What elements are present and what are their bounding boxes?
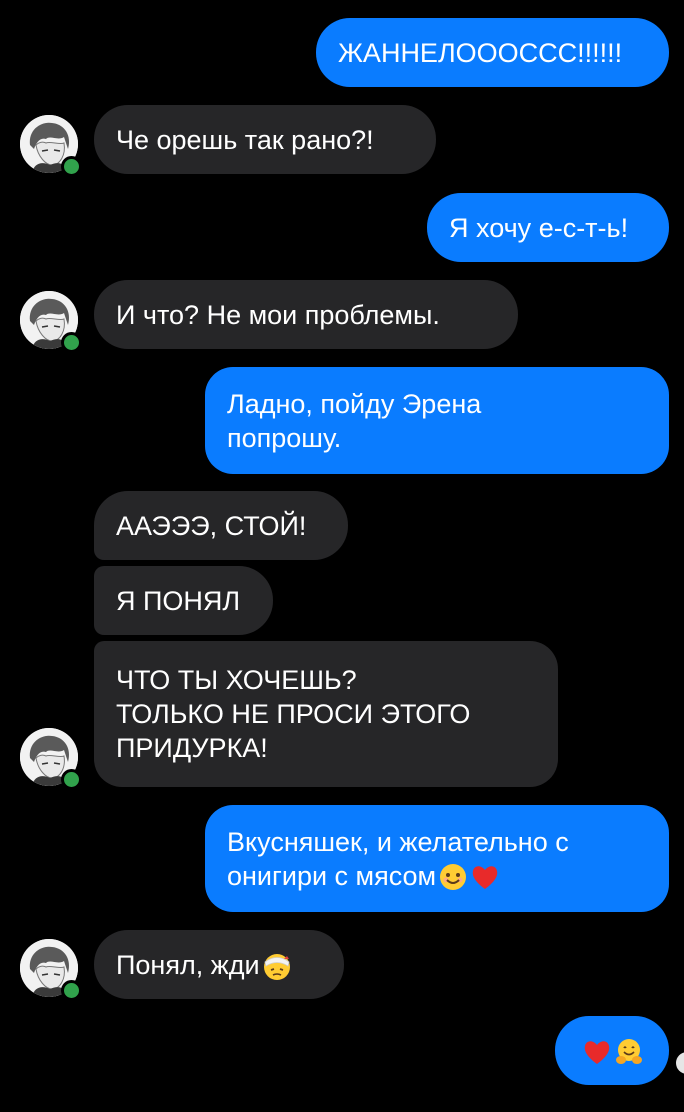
message-bubble-outgoing[interactable] — [555, 1016, 669, 1085]
hugging-face-emoji — [614, 1037, 644, 1067]
message-text: ЧТО ТЫ ХОЧЕШЬ? ТОЛЬКО НЕ ПРОСИ ЭТОГО ПРИ… — [116, 665, 471, 763]
message-text: Я хочу е-с-т-ь! — [449, 212, 629, 243]
message-bubble-incoming[interactable]: И что? Не мои проблемы. — [94, 280, 518, 349]
online-status-dot — [61, 156, 82, 177]
smiling-face-emoji — [438, 862, 468, 892]
online-status-dot — [61, 980, 82, 1001]
message-bubble-incoming[interactable]: Понял, жди — [94, 930, 344, 999]
message-bubble-incoming[interactable]: Че орешь так рано?! — [94, 105, 436, 174]
message-text: Я ПОНЯЛ — [116, 585, 241, 616]
contact-avatar[interactable] — [20, 115, 82, 177]
message-text: ЖАННЕЛОООССС!!!!!! — [338, 37, 623, 68]
contact-avatar[interactable] — [20, 291, 82, 353]
message-bubble-incoming[interactable]: ЧТО ТЫ ХОЧЕШЬ? ТОЛЬКО НЕ ПРОСИ ЭТОГО ПРИ… — [94, 641, 558, 787]
message-bubble-outgoing[interactable]: ЖАННЕЛОООССС!!!!!! — [316, 18, 669, 87]
message-text: Че орешь так рано?! — [116, 124, 374, 155]
contact-avatar[interactable] — [20, 939, 82, 1001]
message-text: Понял, жди — [116, 948, 292, 982]
red-heart-emoji — [582, 1037, 612, 1067]
message-bubble-outgoing[interactable]: Я хочу е-с-т-ь! — [427, 193, 669, 262]
message-text: Вкусняшек, и желательно с онигири с мясо… — [227, 826, 569, 892]
red-heart-emoji — [470, 862, 500, 892]
message-text: ААЭЭЭ, СТОЙ! — [116, 510, 307, 541]
message-text: И что? Не мои проблемы. — [116, 299, 440, 330]
seen-indicator-avatar — [676, 1052, 684, 1074]
message-bubble-incoming[interactable]: ААЭЭЭ, СТОЙ! — [94, 491, 348, 560]
online-status-dot — [61, 769, 82, 790]
message-bubble-incoming[interactable]: Я ПОНЯЛ — [94, 566, 273, 635]
face-with-head-bandage-emoji — [262, 951, 292, 981]
message-bubble-outgoing[interactable]: Вкусняшек, и желательно с онигири с мясо… — [205, 805, 669, 912]
online-status-dot — [61, 332, 82, 353]
contact-avatar[interactable] — [20, 728, 82, 790]
message-text: Ладно, пойду Эрена попрошу. — [227, 388, 482, 453]
message-bubble-outgoing[interactable]: Ладно, пойду Эрена попрошу. — [205, 367, 669, 474]
message-text — [580, 1034, 644, 1068]
